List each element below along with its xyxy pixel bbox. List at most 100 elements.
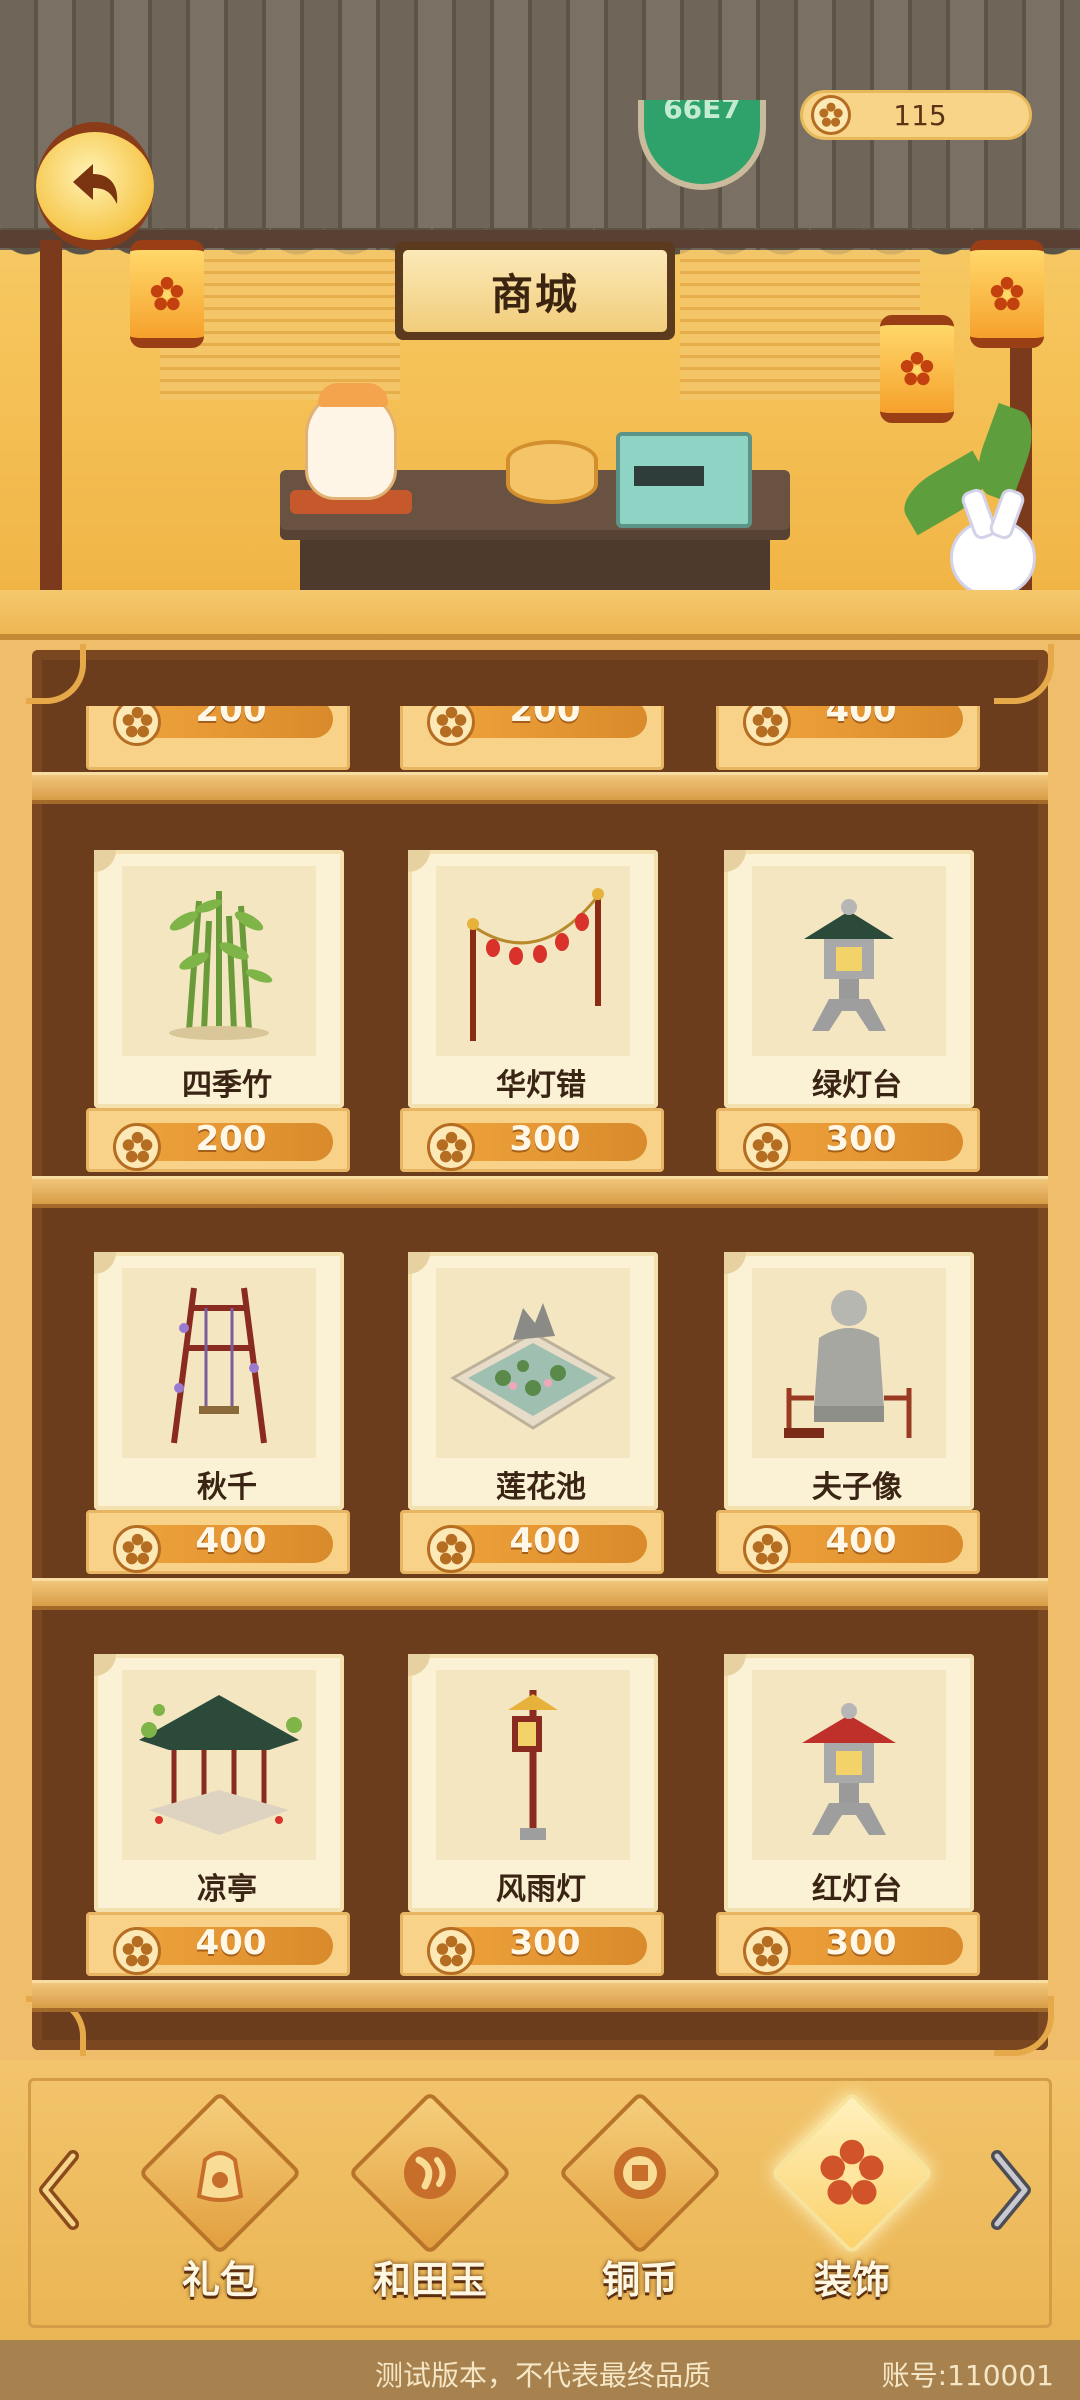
flower-coin-icon <box>811 95 851 135</box>
buy-price-button[interactable]: 400 <box>400 1510 664 1574</box>
shop-item-card[interactable]: 秋千 400 <box>86 1252 350 1574</box>
lucky-cat <box>305 383 397 500</box>
partial-price-bar: 200 <box>400 706 664 770</box>
item-price: 300 <box>825 1119 897 1159</box>
swing-icon <box>122 1268 316 1458</box>
hanging-lantern <box>880 315 954 423</box>
flower-icon <box>900 351 934 386</box>
item-card-paper: 风雨灯 <box>408 1654 658 1912</box>
item-price: 400 <box>825 1521 897 1561</box>
shop-item-card[interactable]: 华灯错 300 <box>400 850 664 1172</box>
partial-price-bar: 400 <box>716 706 980 770</box>
item-price: 200 <box>195 1119 267 1159</box>
shop-item-card[interactable]: 四季竹 200 <box>86 850 350 1172</box>
item-name: 风雨灯 <box>496 1872 586 1907</box>
footer-bar: 测试版本，不代表最终品质 账号:110001 <box>0 2340 1080 2400</box>
flower-icon <box>812 2133 892 2213</box>
item-price: 300 <box>825 1923 897 1963</box>
currency-amount: 115 <box>893 98 947 132</box>
shop-item-card[interactable]: 凉亭 400 <box>86 1654 350 1976</box>
street-lamp-icon <box>436 1670 630 1860</box>
page-title: 商城 <box>403 250 667 332</box>
item-name: 四季竹 <box>182 1068 272 1103</box>
header-ledge <box>0 590 1080 640</box>
cash-register <box>616 432 752 528</box>
tab-gift-bag[interactable]: 礼包 <box>130 2090 310 2325</box>
lotus-pond-icon <box>436 1268 630 1458</box>
buy-price-button[interactable]: 300 <box>716 1108 980 1172</box>
account-id: 账号:110001 <box>881 2359 1054 2392</box>
buy-price-button[interactable]: 200 <box>86 1108 350 1172</box>
item-card-paper: 凉亭 <box>94 1654 344 1912</box>
chevron-right-icon <box>991 2150 1031 2230</box>
shelf-board <box>32 1980 1048 2012</box>
item-card-paper: 红灯台 <box>724 1654 974 1912</box>
buy-price-button[interactable]: 400 <box>86 1912 350 1976</box>
item-price: 200 <box>195 706 267 730</box>
buy-price-button[interactable]: 400 <box>716 1510 980 1574</box>
red-stone-lantern-icon <box>752 1670 946 1860</box>
hanging-lantern <box>970 240 1044 348</box>
shelf-board <box>32 772 1048 804</box>
back-arrow-icon <box>73 164 118 204</box>
item-name: 秋千 <box>197 1470 257 1505</box>
item-price: 400 <box>825 706 897 730</box>
buy-price-button[interactable]: 400 <box>86 1510 350 1574</box>
buy-price-button[interactable]: 300 <box>400 1108 664 1172</box>
bamboo-icon <box>122 866 316 1056</box>
item-card-paper: 华灯错 <box>408 850 658 1108</box>
shop-item-card[interactable]: 风雨灯 300 <box>400 1654 664 1976</box>
shop-item-card[interactable]: 绿灯台 300 <box>716 850 980 1172</box>
jade-icon <box>390 2133 470 2213</box>
item-price: 400 <box>509 1521 581 1561</box>
pillar-left <box>40 240 62 600</box>
nav-prev-button[interactable] <box>30 2130 90 2250</box>
pavilion-icon <box>122 1670 316 1860</box>
item-name: 夫子像 <box>812 1470 902 1505</box>
back-button[interactable] <box>36 122 154 250</box>
item-price: 400 <box>195 1923 267 1963</box>
item-price: 200 <box>509 706 581 730</box>
green-stone-lantern-icon <box>752 866 946 1056</box>
copper-coin-icon <box>600 2133 680 2213</box>
lantern-string-icon <box>436 866 630 1056</box>
item-price: 300 <box>509 1119 581 1159</box>
indicator-text: 66E7 <box>663 100 741 125</box>
buy-price-button[interactable]: 300 <box>716 1912 980 1976</box>
hanging-lantern <box>130 240 204 348</box>
tab-flower[interactable]: 装饰 <box>762 2090 942 2325</box>
tab-label: 礼包 <box>181 2258 258 2302</box>
shop-title-sign: 商城 <box>395 242 675 340</box>
tab-label: 和田玉 <box>372 2258 487 2302</box>
item-card-paper: 秋千 <box>94 1252 344 1510</box>
gift-bag-icon <box>180 2133 260 2213</box>
item-card-paper: 莲花池 <box>408 1252 658 1510</box>
shelf-board <box>32 1176 1048 1208</box>
shop-item-card[interactable]: 莲花池 400 <box>400 1252 664 1574</box>
chevron-left-icon <box>39 2150 79 2230</box>
buy-price-button[interactable]: 300 <box>400 1912 664 1976</box>
partial-price-bar: 200 <box>86 706 350 770</box>
shop-item-card[interactable]: 红灯台 300 <box>716 1654 980 1976</box>
currency-counter: 115 <box>800 90 1032 140</box>
item-card-paper: 绿灯台 <box>724 850 974 1108</box>
mooncake-box <box>506 440 598 504</box>
item-name: 华灯错 <box>496 1068 586 1103</box>
confucius-statue-icon <box>752 1268 946 1458</box>
item-name: 凉亭 <box>197 1872 257 1907</box>
item-card-paper: 四季竹 <box>94 850 344 1108</box>
tab-copper-coin[interactable]: 铜币 <box>550 2090 730 2325</box>
flower-icon <box>990 276 1024 311</box>
item-price: 400 <box>195 1521 267 1561</box>
item-card-paper: 夫子像 <box>724 1252 974 1510</box>
item-name: 绿灯台 <box>812 1068 902 1103</box>
item-name: 红灯台 <box>812 1872 902 1907</box>
shelf-board <box>32 1578 1048 1610</box>
tab-jade[interactable]: 和田玉 <box>340 2090 520 2325</box>
test-version-note: 测试版本，不代表最终品质 <box>375 2359 712 2392</box>
shop-item-card[interactable]: 夫子像 400 <box>716 1252 980 1574</box>
item-name: 莲花池 <box>496 1470 586 1505</box>
bunny-mascot <box>950 520 1036 596</box>
tab-label: 装饰 <box>813 2258 890 2302</box>
nav-next-button[interactable] <box>980 2130 1040 2250</box>
